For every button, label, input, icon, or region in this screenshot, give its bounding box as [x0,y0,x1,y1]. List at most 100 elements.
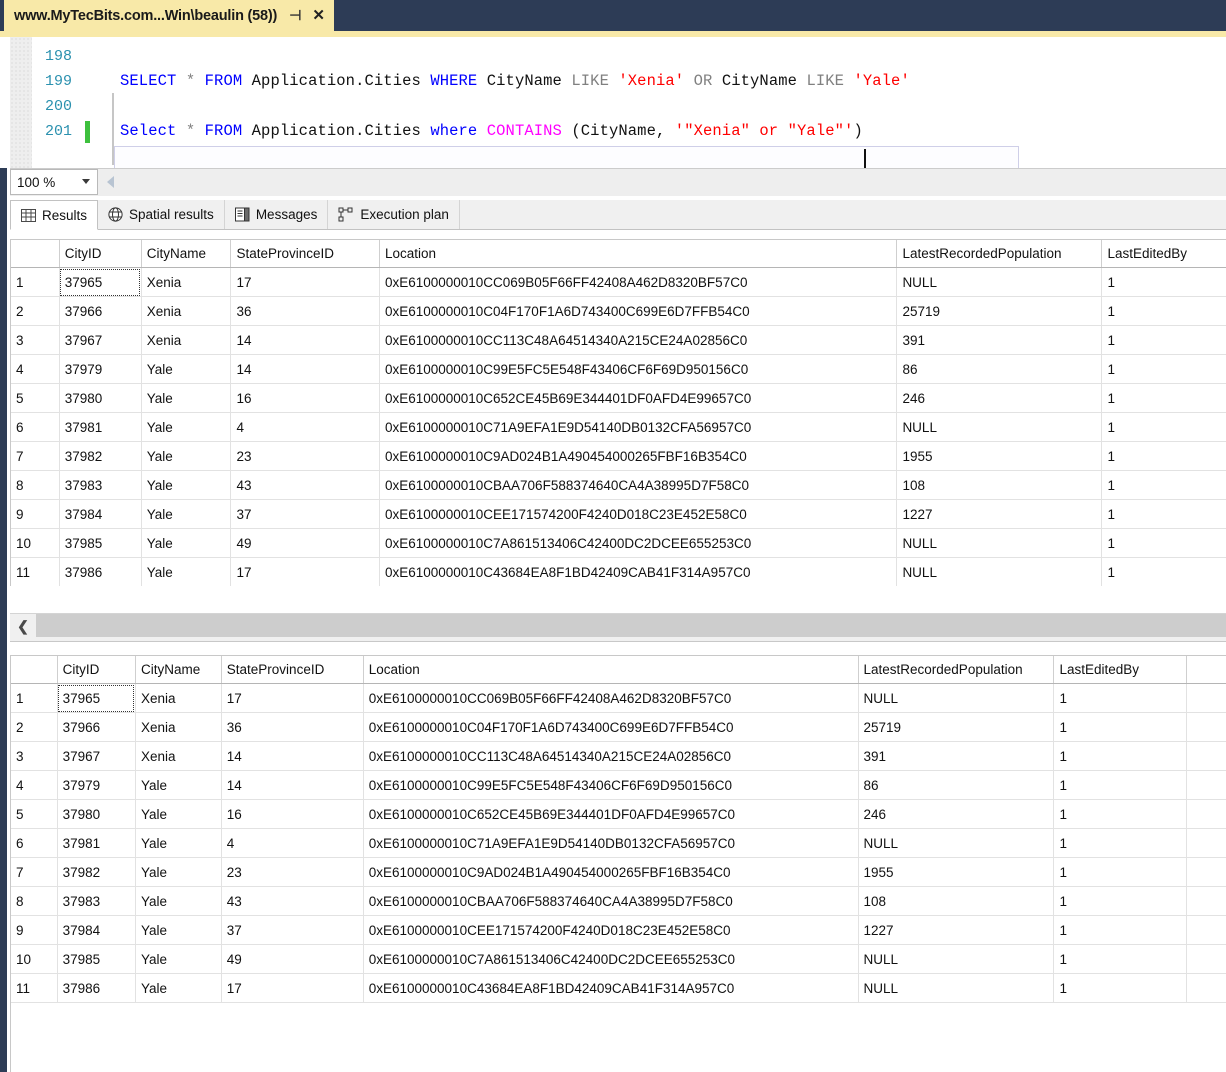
cell-location[interactable]: 0xE6100000010CC113C48A64514340A215CE24A0… [363,741,859,771]
cell-stateprovinceid[interactable]: 43 [230,470,380,500]
row-number-cell[interactable]: 11 [11,973,58,1003]
cell-stateprovinceid[interactable]: 17 [221,683,364,713]
cell-cityname[interactable]: Yale [135,799,222,829]
table-row[interactable]: 11 37986 Yale 17 0xE6100000010C43684EA8F1BD4… [11,973,1226,1003]
cell-lasteditedby[interactable]: 1 [1101,325,1226,355]
cell-cityname[interactable]: Yale [135,915,222,945]
row-number-cell[interactable]: 8 [11,886,58,916]
cell-latestrecordedpopulation[interactable]: 1227 [858,915,1055,945]
cell-latestrecordedpopulation[interactable]: 108 [858,886,1055,916]
cell-stateprovinceid[interactable]: 14 [221,741,364,771]
sql-editor[interactable]: 198 199 SELECT * FROM Application.Cities W… [0,37,1226,168]
cell-location[interactable]: 0xE6100000010C04F170F1A6D743400C699E6D7F… [363,712,859,742]
cell-location[interactable]: 0xE6100000010C652CE45B69E344401DF0AFD4E9… [379,383,898,413]
cell-lasteditedby[interactable]: 1 [1053,828,1187,858]
cell-latestrecordedpopulation[interactable]: 1955 [858,857,1055,887]
cell-cityid[interactable]: 37980 [59,383,142,413]
cell-stateprovinceid[interactable]: 37 [230,499,380,529]
cell-overflow[interactable] [1186,886,1226,916]
tab-results[interactable]: Results [10,200,99,230]
row-number-cell[interactable]: 4 [11,354,60,384]
cell-latestrecordedpopulation[interactable]: 246 [858,799,1055,829]
row-number-cell[interactable]: 11 [11,557,60,587]
cell-cityname[interactable]: Yale [135,944,222,974]
cell-stateprovinceid[interactable]: 14 [230,354,380,384]
cell-location[interactable]: 0xE6100000010C71A9EFA1E9D54140DB0132CFA5… [379,412,898,442]
cell-cityname[interactable]: Yale [141,354,232,384]
column-header-stateprovinceid[interactable]: StateProvinceID [221,656,364,684]
column-header-cityid[interactable]: CityID [59,240,142,268]
cell-latestrecordedpopulation[interactable]: 86 [858,770,1055,800]
code-lines[interactable]: 198 199 SELECT * FROM Application.Cities W… [0,37,1226,168]
cell-stateprovinceid[interactable]: 17 [230,267,380,297]
cell-latestrecordedpopulation[interactable]: NULL [896,528,1103,558]
scroll-left-arrow-icon[interactable]: ❮ [10,614,36,638]
cell-stateprovinceid[interactable]: 43 [221,886,364,916]
tab-spatial-results[interactable]: Spatial results [98,200,225,229]
cell-location[interactable]: 0xE6100000010CEE171574200F4240D018C23E45… [379,499,898,529]
cell-stateprovinceid[interactable]: 4 [221,828,364,858]
cell-location[interactable]: 0xE6100000010C7A861513406C42400DC2DCEE65… [363,944,859,974]
cell-lasteditedby[interactable]: 1 [1101,557,1226,587]
table-row[interactable]: 7 37982 Yale 23 0xE6100000010C9AD024B1A49045… [11,441,1226,471]
table-row[interactable]: 9 37984 Yale 37 0xE6100000010CEE171574200F42… [11,915,1226,945]
cell-stateprovinceid[interactable]: 37 [221,915,364,945]
cell-cityname[interactable]: Xenia [141,267,232,297]
cell-overflow[interactable] [1186,973,1226,1003]
table-row[interactable]: 7 37982 Yale 23 0xE6100000010C9AD024B1A49045… [11,857,1226,887]
row-number-cell[interactable]: 6 [11,412,60,442]
row-number-cell[interactable]: 7 [11,441,60,471]
cell-stateprovinceid[interactable]: 36 [221,712,364,742]
cell-overflow[interactable] [1186,915,1226,945]
cell-overflow[interactable] [1186,683,1226,713]
cell-cityid[interactable]: 37981 [57,828,136,858]
cell-stateprovinceid[interactable]: 17 [221,973,364,1003]
table-row[interactable]: 4 37979 Yale 14 0xE6100000010C99E5FC5E548F43… [11,354,1226,384]
cell-cityname[interactable]: Yale [141,412,232,442]
table-row[interactable]: 8 37983 Yale 43 0xE6100000010CBAA706F5883746… [11,470,1226,500]
cell-cityname[interactable]: Yale [141,383,232,413]
cell-lasteditedby[interactable]: 1 [1053,915,1187,945]
cell-cityid[interactable]: 37966 [59,296,142,326]
column-header-cityid[interactable]: CityID [57,656,136,684]
cell-cityid[interactable]: 37982 [57,857,136,887]
tab-messages[interactable]: Messages [224,200,329,229]
row-number-cell[interactable]: 1 [11,267,60,297]
cell-stateprovinceid[interactable]: 16 [230,383,380,413]
table-row[interactable]: 2 37966 Xenia 36 0xE6100000010C04F170F1A6D74… [11,712,1226,742]
cell-cityid[interactable]: 37983 [59,470,142,500]
cell-cityname[interactable]: Yale [141,470,232,500]
cell-cityid[interactable]: 37981 [59,412,142,442]
cell-latestrecordedpopulation[interactable]: 1227 [896,499,1103,529]
cell-latestrecordedpopulation[interactable]: NULL [896,557,1103,587]
table-row[interactable]: 11 37986 Yale 17 0xE6100000010C43684EA8F1BD4… [11,557,1226,587]
cell-location[interactable]: 0xE6100000010C99E5FC5E548F43406CF6F69D95… [379,354,898,384]
cell-location[interactable]: 0xE6100000010CC069B05F66FF42408A462D8320… [379,267,898,297]
cell-lasteditedby[interactable]: 1 [1101,354,1226,384]
table-row[interactable]: 4 37979 Yale 14 0xE6100000010C99E5FC5E548F43… [11,770,1226,800]
cell-stateprovinceid[interactable]: 23 [230,441,380,471]
cell-cityname[interactable]: Yale [135,828,222,858]
cell-cityid[interactable]: 37967 [57,741,136,771]
horizontal-scrollbar[interactable]: ❮ [10,613,1226,638]
close-icon[interactable]: ✕ [312,8,325,23]
cell-overflow[interactable] [1186,944,1226,974]
cell-cityname[interactable]: Yale [135,857,222,887]
row-number-cell[interactable]: 5 [11,383,60,413]
table-row[interactable]: 5 37980 Yale 16 0xE6100000010C652CE45B69E344… [11,799,1226,829]
cell-location[interactable]: 0xE6100000010C9AD024B1A490454000265FBF16… [363,857,859,887]
row-number-cell[interactable]: 3 [11,741,58,771]
cell-cityid[interactable]: 37979 [59,354,142,384]
table-row[interactable]: 6 37981 Yale 4 0xE6100000010C71A9EFA1E9D5414… [11,828,1226,858]
cell-stateprovinceid[interactable]: 36 [230,296,380,326]
cell-cityname[interactable]: Xenia [141,296,232,326]
column-header-latestrecordedpopulation[interactable]: LatestRecordedPopulation [896,240,1103,268]
column-header-overflow[interactable] [1186,656,1226,684]
cell-latestrecordedpopulation[interactable]: NULL [858,973,1055,1003]
column-header-location[interactable]: Location [363,656,859,684]
cell-latestrecordedpopulation[interactable]: NULL [858,828,1055,858]
cell-cityid[interactable]: 37965 [59,267,142,297]
results-grid-bottom[interactable]: CityID CityName StateProvinceID Location Lat… [10,655,1226,1072]
cell-location[interactable]: 0xE6100000010C9AD024B1A490454000265FBF16… [379,441,898,471]
cell-cityname[interactable]: Yale [141,441,232,471]
